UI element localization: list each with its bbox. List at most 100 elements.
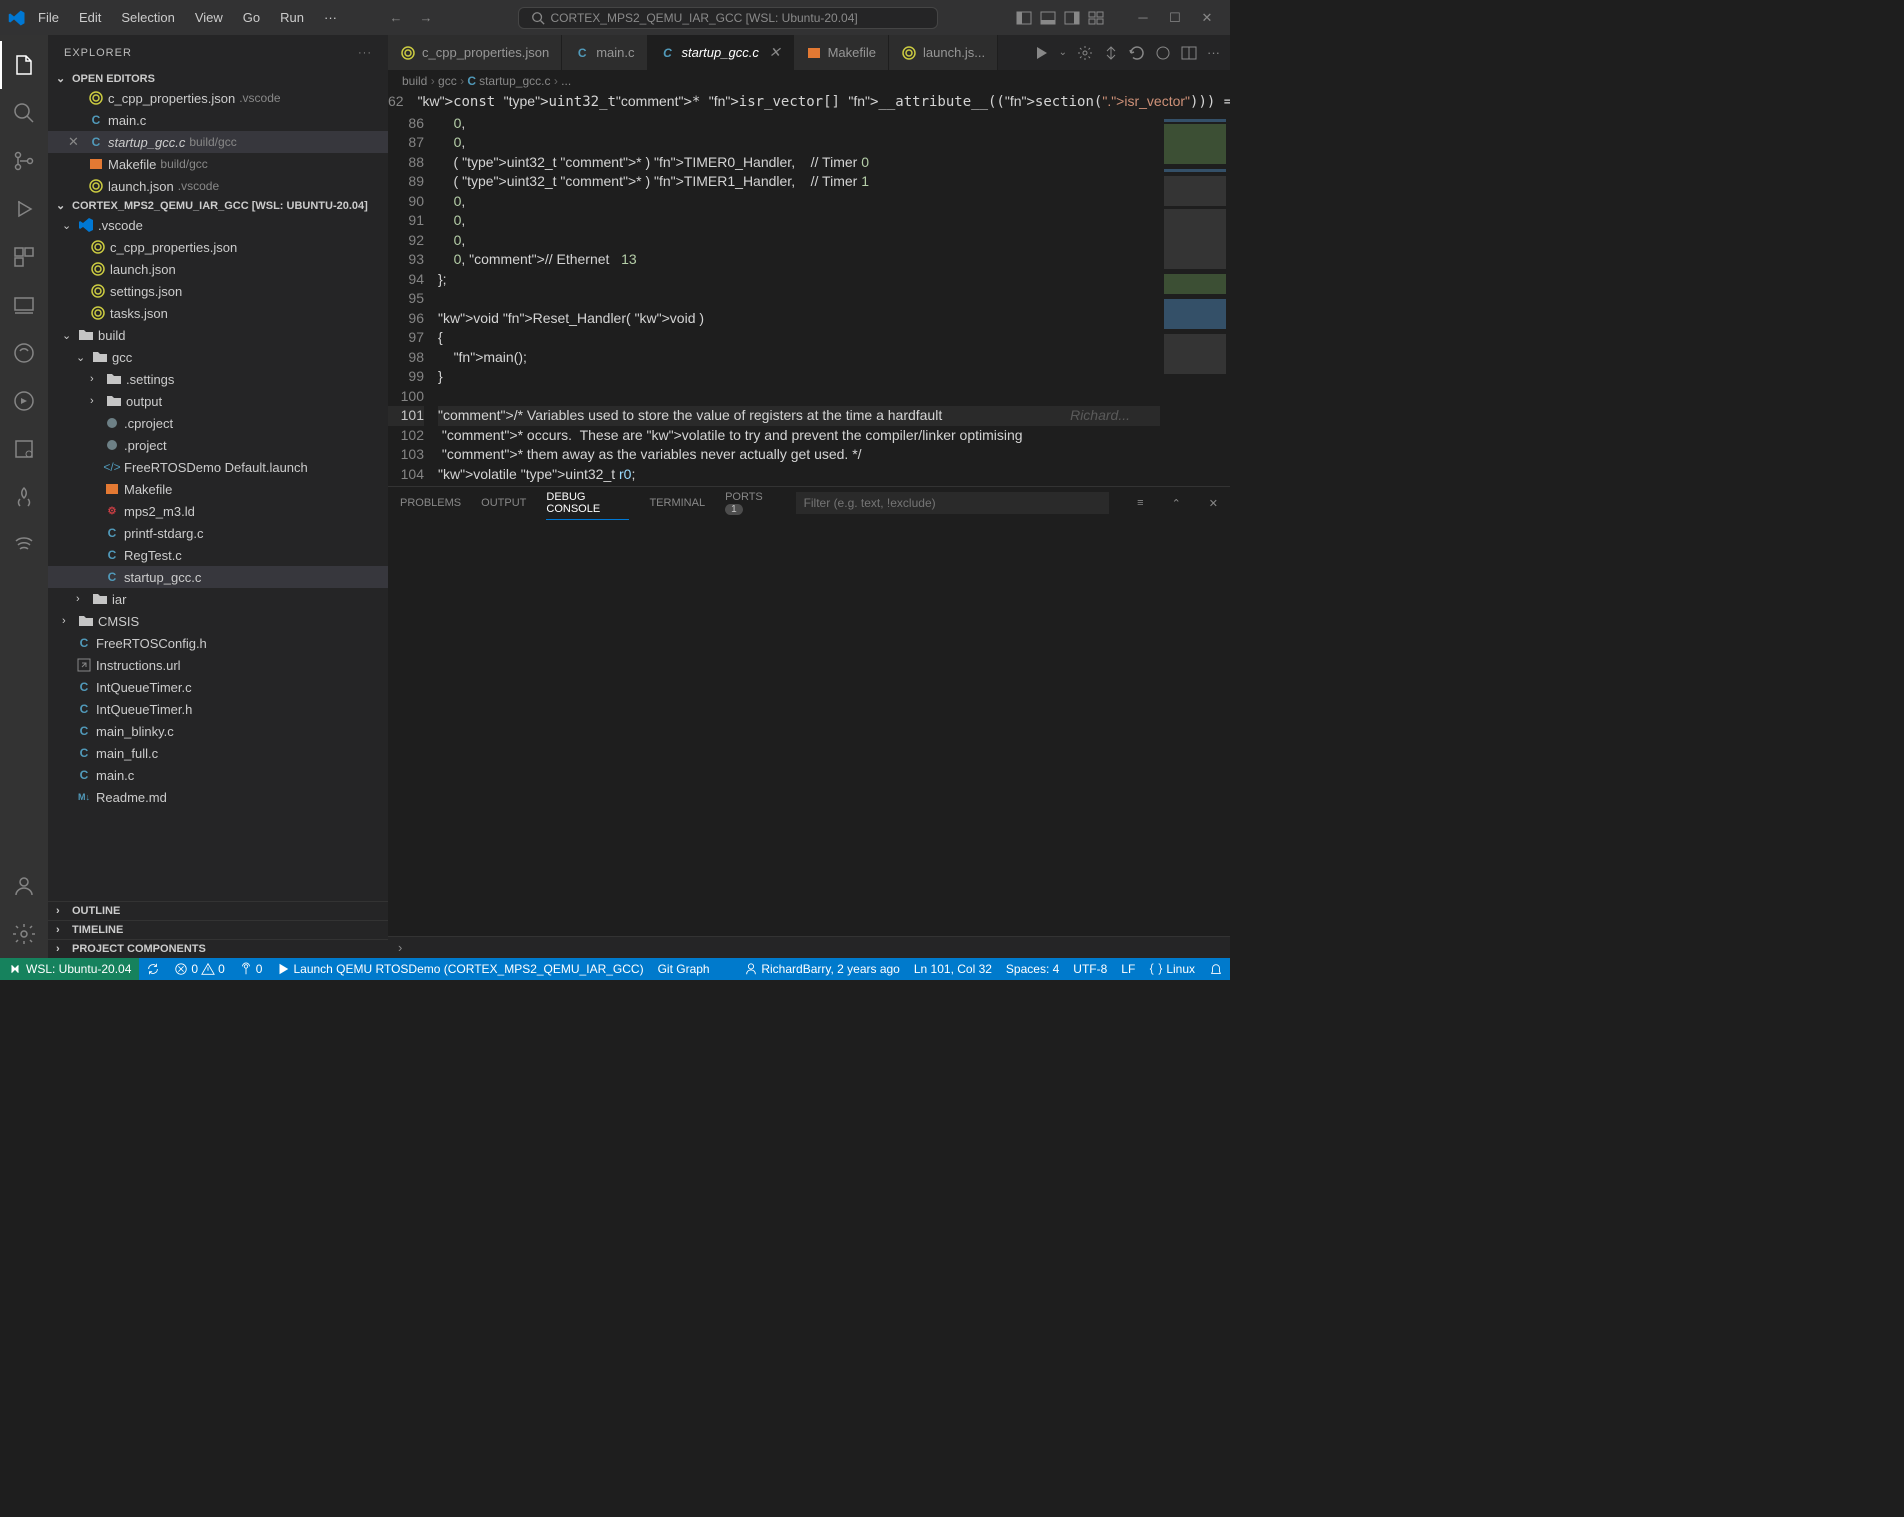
editor-tab[interactable]: launch.js... bbox=[889, 35, 998, 70]
folder-item[interactable]: › CMSIS bbox=[48, 610, 388, 632]
folder-item[interactable]: › output bbox=[48, 390, 388, 412]
code-line[interactable]: 0, bbox=[438, 231, 1160, 251]
circle-icon[interactable] bbox=[1155, 45, 1171, 61]
folder-item[interactable]: › iar bbox=[48, 588, 388, 610]
close-window-button[interactable]: ✕ bbox=[1192, 3, 1222, 33]
section-project-components[interactable]: ›PROJECT COMPONENTS bbox=[48, 939, 388, 958]
close-tab-icon[interactable]: ✕ bbox=[769, 44, 781, 61]
split-icon[interactable] bbox=[1181, 45, 1197, 61]
file-item[interactable]: ⚙ mps2_m3.ld bbox=[48, 500, 388, 522]
activity-item[interactable] bbox=[0, 329, 48, 377]
file-item[interactable]: M↓ Readme.md bbox=[48, 786, 388, 808]
panel-tab-terminal[interactable]: TERMINAL bbox=[649, 493, 705, 513]
code-line[interactable]: "fn">main(); bbox=[438, 348, 1160, 368]
close-icon[interactable]: ✕ bbox=[68, 134, 84, 150]
diff-icon[interactable] bbox=[1103, 45, 1119, 61]
layout-icon[interactable] bbox=[1088, 10, 1104, 26]
file-item[interactable]: C printf-stdarg.c bbox=[48, 522, 388, 544]
editor-tab[interactable]: Makefile bbox=[794, 35, 889, 70]
code-line[interactable]: } bbox=[438, 367, 1160, 387]
menu-file[interactable]: File bbox=[30, 6, 67, 29]
ports-status[interactable]: 0 bbox=[232, 962, 270, 976]
code-line[interactable]: "comment">* occurs. These are "kw">volat… bbox=[438, 426, 1160, 446]
language-mode[interactable]: Linux bbox=[1142, 962, 1202, 976]
editor-tab[interactable]: c_cpp_properties.json bbox=[388, 35, 562, 70]
activity-accounts[interactable] bbox=[0, 862, 48, 910]
open-editors-header[interactable]: ⌄ OPEN EDITORS bbox=[48, 70, 388, 87]
panel-tab-ports[interactable]: PORTS 1 bbox=[725, 487, 775, 519]
code-line[interactable] bbox=[438, 289, 1160, 309]
code-line[interactable]: "kw">volatile "type">uint32_t r1; bbox=[438, 484, 1160, 486]
eol-status[interactable]: LF bbox=[1114, 962, 1142, 976]
maximize-button[interactable]: ☐ bbox=[1160, 3, 1190, 33]
activity-extensions[interactable] bbox=[0, 233, 48, 281]
code-line[interactable]: 0, bbox=[438, 133, 1160, 153]
activity-explorer[interactable] bbox=[0, 41, 48, 89]
code-line[interactable]: "kw">volatile "type">uint32_t r0; bbox=[438, 465, 1160, 485]
layout-icon[interactable] bbox=[1064, 10, 1080, 26]
menu-edit[interactable]: Edit bbox=[71, 6, 109, 29]
git-graph-button[interactable]: Git Graph bbox=[651, 962, 717, 976]
menu-selection[interactable]: Selection bbox=[113, 6, 182, 29]
file-item[interactable]: C IntQueueTimer.h bbox=[48, 698, 388, 720]
folder-item[interactable]: ⌄ gcc bbox=[48, 346, 388, 368]
code-line[interactable]: { bbox=[438, 328, 1160, 348]
debug-filter-input[interactable] bbox=[796, 492, 1110, 514]
run-icon[interactable] bbox=[1033, 45, 1049, 61]
activity-item[interactable] bbox=[0, 473, 48, 521]
nav-back-button[interactable]: ← bbox=[383, 5, 409, 31]
code-line[interactable]: 0, bbox=[438, 211, 1160, 231]
menu-overflow[interactable]: ··· bbox=[316, 6, 345, 29]
activity-item[interactable] bbox=[0, 521, 48, 569]
folder-item[interactable]: ⌄ build bbox=[48, 324, 388, 346]
breadcrumb-segment[interactable]: gcc bbox=[438, 74, 457, 88]
dropdown-icon[interactable]: ⌄ bbox=[1059, 47, 1067, 58]
file-item[interactable]: .cproject bbox=[48, 412, 388, 434]
breadcrumb-segment[interactable]: startup_gcc.c bbox=[479, 74, 550, 88]
file-item[interactable]: C startup_gcc.c bbox=[48, 566, 388, 588]
activity-search[interactable] bbox=[0, 89, 48, 137]
code-line[interactable]: ( "type">uint32_t "comment">* ) "fn">TIM… bbox=[438, 172, 1160, 192]
activity-remote[interactable] bbox=[0, 281, 48, 329]
file-item[interactable]: .project bbox=[48, 434, 388, 456]
remote-indicator[interactable]: WSL: Ubuntu-20.04 bbox=[0, 958, 139, 980]
cursor-position[interactable]: Ln 101, Col 32 bbox=[907, 962, 999, 976]
panel-close-icon[interactable]: ✕ bbox=[1209, 497, 1218, 510]
minimize-button[interactable]: ─ bbox=[1128, 3, 1158, 33]
code-line[interactable]: "kw">void "fn">Reset_Handler( "kw">void … bbox=[438, 309, 1160, 329]
folder-item[interactable]: ⌄ .vscode bbox=[48, 214, 388, 236]
menu-view[interactable]: View bbox=[187, 6, 231, 29]
section-outline[interactable]: ›OUTLINE bbox=[48, 901, 388, 920]
open-editor-item[interactable]: ✕ C startup_gcc.c build/gcc bbox=[48, 131, 388, 153]
breadcrumb-segment[interactable]: ... bbox=[561, 74, 571, 88]
open-editor-item[interactable]: launch.json .vscode bbox=[48, 175, 388, 197]
code-line[interactable]: 0, bbox=[438, 192, 1160, 212]
file-item[interactable]: C IntQueueTimer.c bbox=[48, 676, 388, 698]
file-item[interactable]: C main_blinky.c bbox=[48, 720, 388, 742]
file-item[interactable]: Instructions.url bbox=[48, 654, 388, 676]
code-line[interactable]: 0, "comment">// Ethernet 13 bbox=[438, 250, 1160, 270]
debug-console-output[interactable] bbox=[388, 519, 1230, 936]
editor-tab[interactable]: C main.c bbox=[562, 35, 647, 70]
nav-forward-button[interactable]: → bbox=[413, 5, 439, 31]
launch-config[interactable]: Launch QEMU RTOSDemo (CORTEX_MPS2_QEMU_I… bbox=[269, 962, 650, 976]
activity-item[interactable] bbox=[0, 377, 48, 425]
code-content[interactable]: 0, 0, ( "type">uint32_t "comment">* ) "f… bbox=[438, 114, 1160, 487]
gear-icon[interactable] bbox=[1077, 45, 1093, 61]
file-item[interactable]: C main.c bbox=[48, 764, 388, 786]
encoding-status[interactable]: UTF-8 bbox=[1066, 962, 1114, 976]
breadcrumb-segment[interactable]: build bbox=[402, 74, 427, 88]
open-editor-item[interactable]: c_cpp_properties.json .vscode bbox=[48, 87, 388, 109]
file-item[interactable]: settings.json bbox=[48, 280, 388, 302]
activity-settings[interactable] bbox=[0, 910, 48, 958]
layout-icon[interactable] bbox=[1040, 10, 1056, 26]
command-center-search[interactable]: CORTEX_MPS2_QEMU_IAR_GCC [WSL: Ubuntu-20… bbox=[518, 7, 938, 29]
code-line[interactable]: "comment">/* Variables used to store the… bbox=[438, 406, 1160, 426]
code-line[interactable]: }; bbox=[438, 270, 1160, 290]
file-item[interactable]: </> FreeRTOSDemo Default.launch bbox=[48, 456, 388, 478]
code-line[interactable]: "comment">* them away as the variables n… bbox=[438, 445, 1160, 465]
layout-icon[interactable] bbox=[1016, 10, 1032, 26]
activity-scm[interactable] bbox=[0, 137, 48, 185]
file-item[interactable]: c_cpp_properties.json bbox=[48, 236, 388, 258]
notifications-button[interactable] bbox=[1202, 962, 1230, 976]
